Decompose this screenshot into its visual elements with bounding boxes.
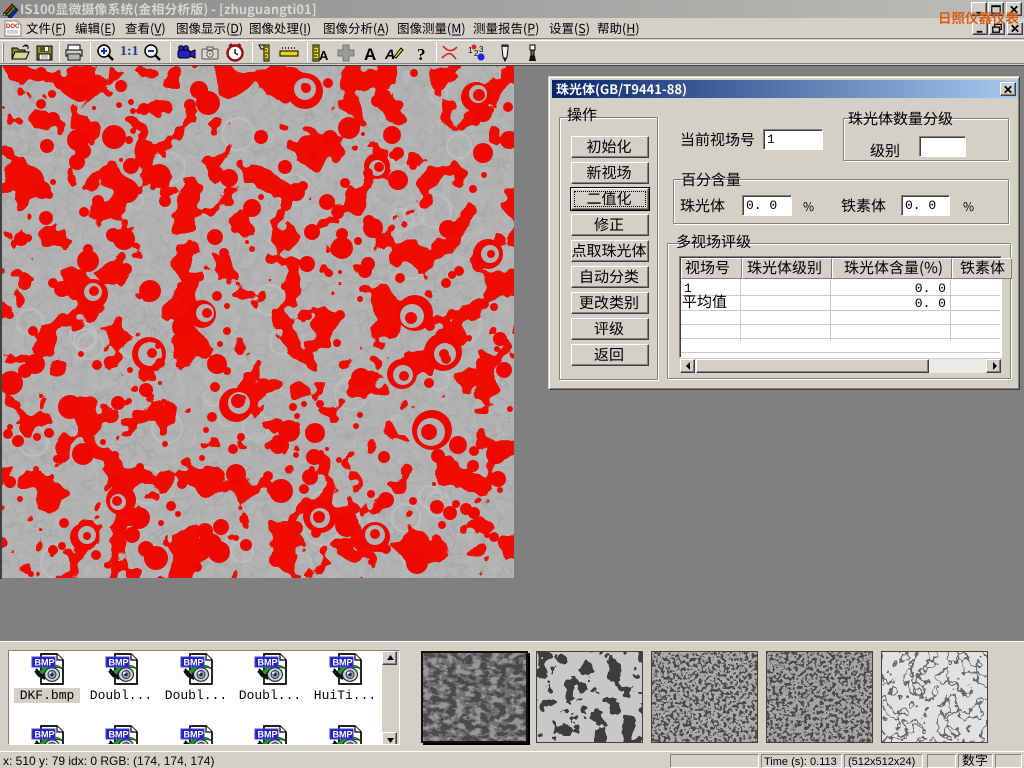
svg-text:BMP: BMP: [109, 730, 129, 740]
svg-text:BMP: BMP: [258, 658, 278, 668]
svg-text:BMP: BMP: [333, 730, 353, 740]
svg-text:BMP: BMP: [35, 658, 55, 668]
svg-text:BMP: BMP: [333, 658, 353, 668]
svg-text:A: A: [364, 45, 376, 63]
svg-text:A: A: [319, 48, 329, 63]
svg-text:BMP: BMP: [184, 730, 204, 740]
svg-text:BMP: BMP: [258, 730, 278, 740]
svg-text:?: ?: [417, 45, 426, 63]
svg-text:BMP: BMP: [184, 658, 204, 668]
svg-text:A: A: [384, 46, 395, 62]
svg-text:BMP: BMP: [109, 658, 129, 668]
svg-text:DOC: DOC: [6, 24, 20, 30]
svg-text:3: 3: [479, 45, 484, 54]
svg-text:BMP: BMP: [35, 730, 55, 740]
